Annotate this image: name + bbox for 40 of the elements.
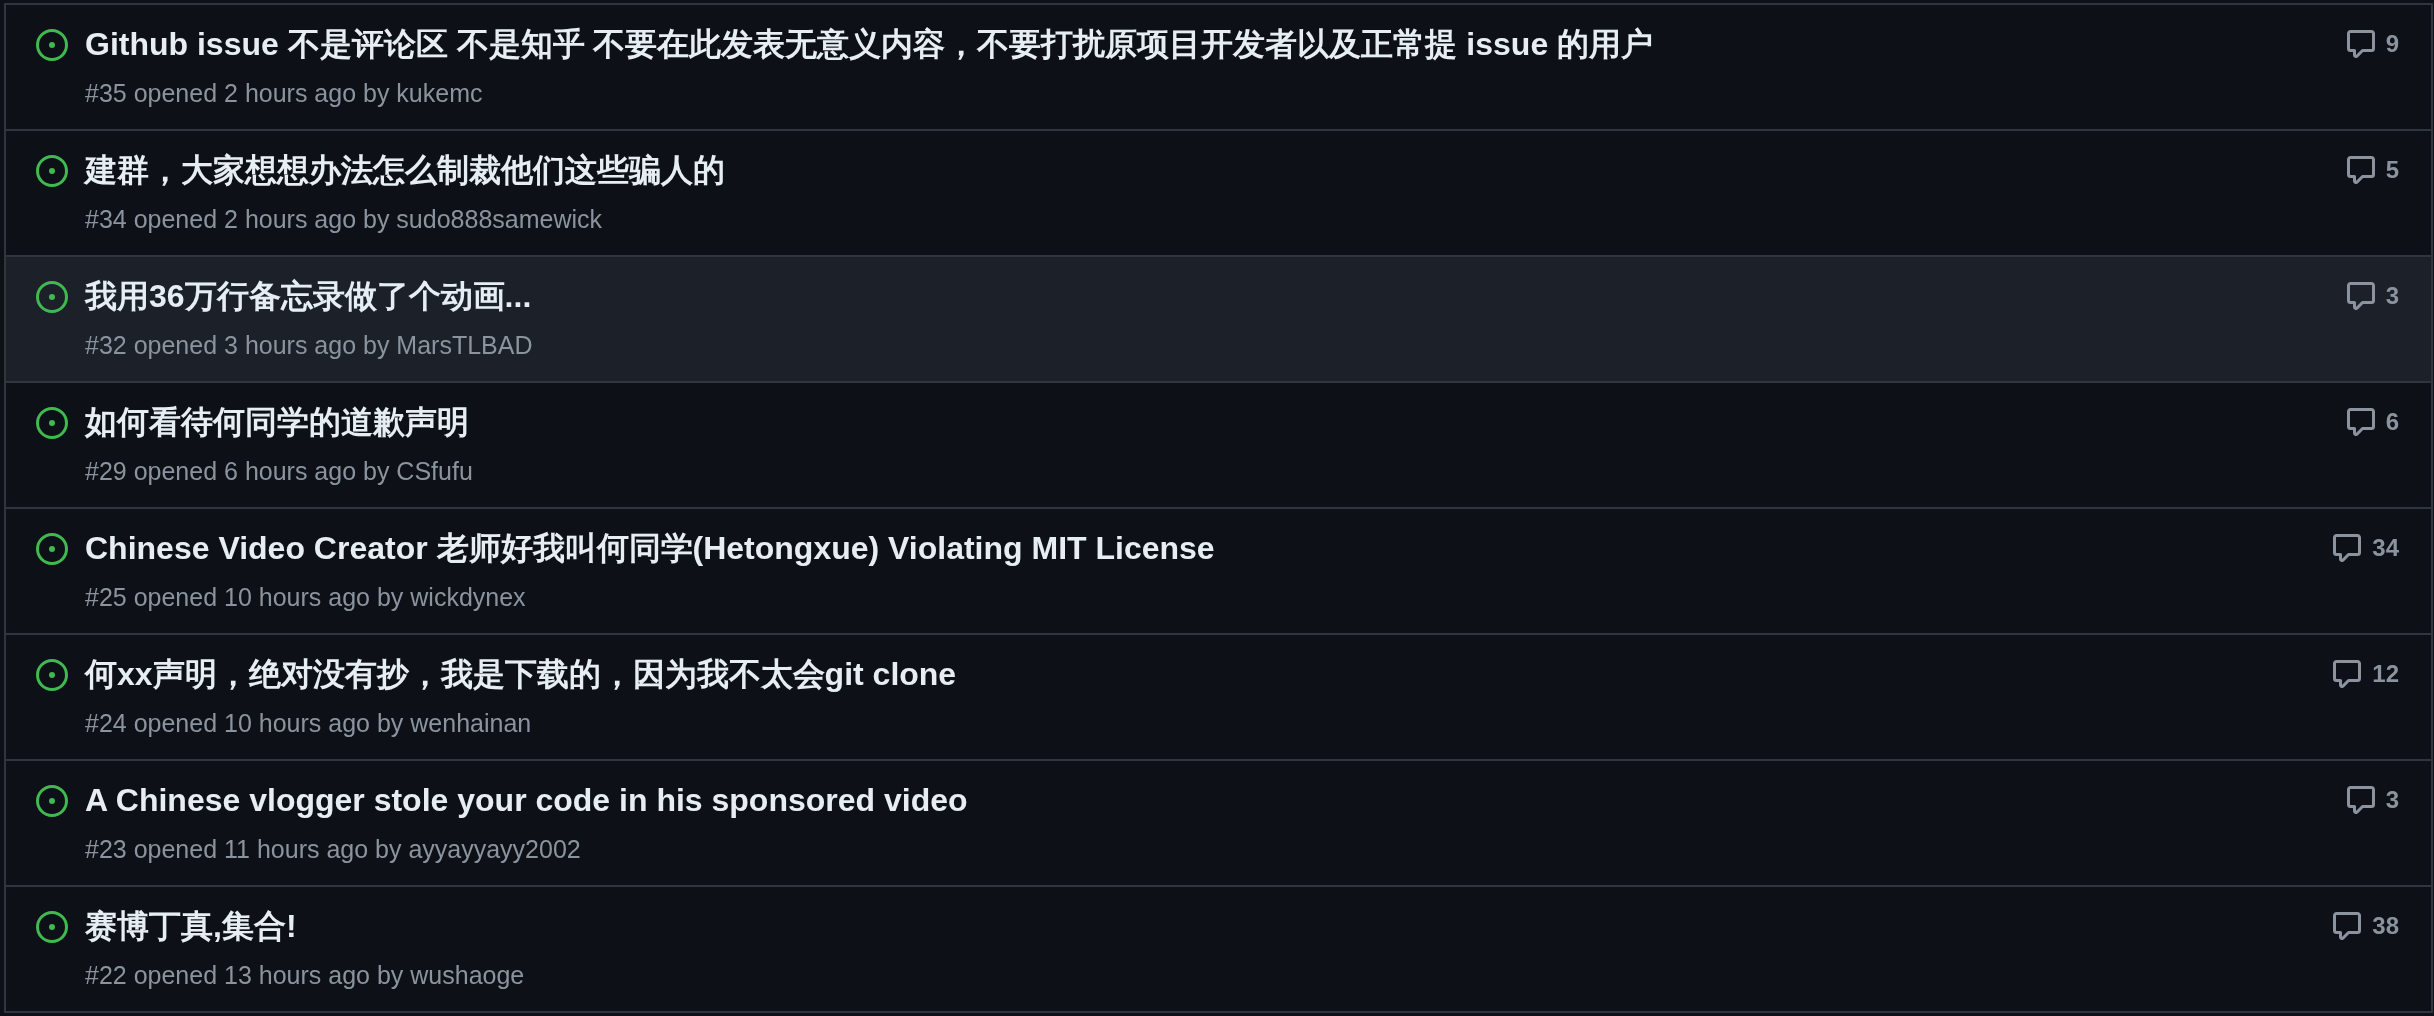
issue-title-link[interactable]: 如何看待何同学的道歉声明 (85, 403, 469, 441)
issue-meta: #23 opened 11 hours ago by ayyayyayy2002 (85, 834, 581, 864)
issue-meta: #29 opened 6 hours ago by CSfufu (85, 456, 473, 486)
comment-icon (2346, 408, 2375, 436)
issue-title-link[interactable]: Github issue 不是评论区 不是知乎 不要在此发表无意义内容，不要打扰原项目开发者以及正常提 issue 的用户 (85, 25, 1654, 63)
comment-icon (2346, 30, 2375, 58)
issue-title-link[interactable]: 何xx声明，绝对没有抄，我是下载的，因为我不太会git clone (85, 655, 957, 693)
open-issue-icon (36, 533, 68, 565)
comment-icon (2333, 534, 2362, 562)
open-issue-icon (36, 911, 68, 943)
open-issue-icon (36, 659, 68, 691)
open-issue-icon (36, 29, 68, 61)
issue-meta: #25 opened 10 hours ago by wickdynex (85, 582, 526, 612)
open-issue-icon (36, 155, 68, 187)
issue-meta: #34 opened 2 hours ago by sudo888samewick (85, 204, 603, 234)
comment-count-link[interactable]: 5 (2346, 155, 2399, 185)
issue-meta: #32 opened 3 hours ago by MarsTLBAD (85, 330, 533, 360)
comment-icon (2346, 786, 2375, 814)
comment-count-link[interactable]: 12 (2333, 659, 2399, 689)
comment-count-link[interactable]: 3 (2346, 785, 2399, 815)
issue-meta: #35 opened 2 hours ago by kukemc (85, 78, 483, 108)
issue-title-link[interactable]: Chinese Video Creator 老师好我叫何同学(Hetongxue) Violating MIT License (85, 529, 1215, 567)
comment-count-link[interactable]: 6 (2346, 407, 2399, 437)
issue-title-link[interactable]: A Chinese vlogger stole your code in his sponsored video (85, 781, 968, 819)
open-issue-icon (36, 281, 68, 313)
issue-title-link[interactable]: 建群，大家想想办法怎么制裁他们这些骗人的 (85, 151, 725, 189)
comment-icon (2333, 660, 2362, 688)
open-issue-icon (36, 785, 68, 817)
comment-icon (2346, 282, 2375, 310)
issue-title-link[interactable]: 我用36万行备忘录做了个动画... (85, 277, 532, 315)
open-issue-icon (36, 407, 68, 439)
issue-title-link[interactable]: 赛博丁真,集合! (85, 907, 297, 945)
comment-count-link[interactable]: 9 (2346, 29, 2399, 59)
comment-count-link[interactable]: 3 (2346, 281, 2399, 311)
comment-count-link[interactable]: 38 (2333, 911, 2399, 941)
comment-count-link[interactable]: 34 (2333, 533, 2399, 563)
comment-icon (2333, 912, 2362, 940)
comment-icon (2346, 156, 2375, 184)
issue-meta: #24 opened 10 hours ago by wenhainan (85, 708, 532, 738)
issue-meta: #22 opened 13 hours ago by wushaoge (85, 960, 525, 990)
